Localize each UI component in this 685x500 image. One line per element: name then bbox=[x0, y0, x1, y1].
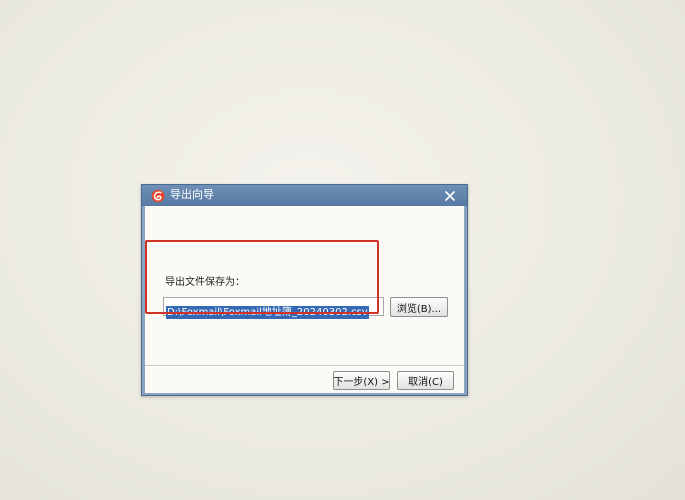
dialog-titlebar[interactable]: 导出向导 bbox=[142, 185, 467, 206]
highlight-annotation-box bbox=[145, 240, 379, 314]
cancel-button[interactable]: 取消(C) bbox=[397, 371, 454, 390]
dialog-title: 导出向导 bbox=[170, 188, 214, 201]
footer-separator bbox=[145, 365, 464, 367]
next-button[interactable]: 下一步(X) > bbox=[333, 371, 390, 390]
foxmail-logo-icon bbox=[151, 188, 165, 203]
close-icon bbox=[445, 190, 455, 201]
close-button[interactable] bbox=[441, 187, 459, 204]
browse-button[interactable]: 浏览(B)... bbox=[390, 297, 448, 317]
